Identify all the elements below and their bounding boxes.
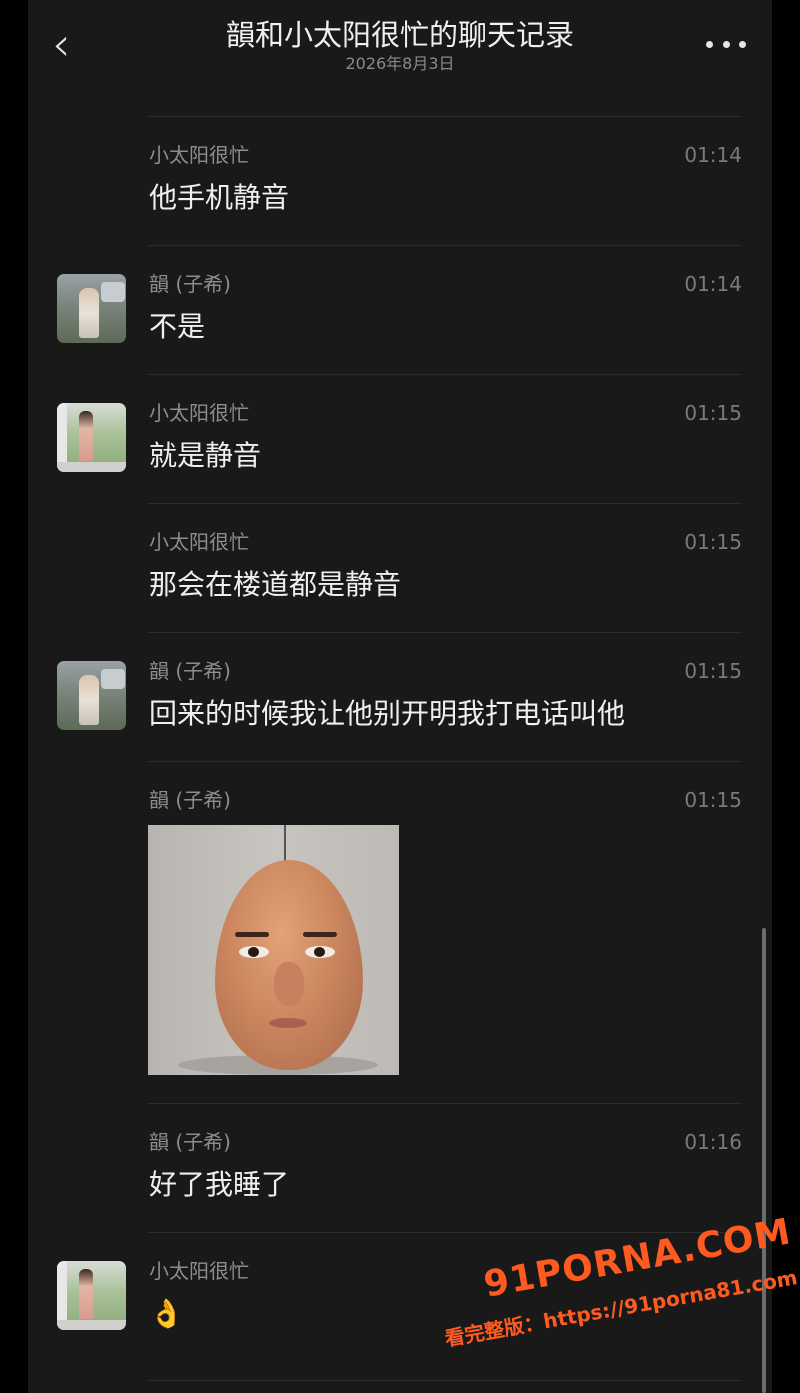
sender-name: 韻 (子希) [149,1130,231,1154]
message-time: 01:15 [684,530,742,554]
message-time: 01:16 [684,1130,742,1154]
page-title: 韻和小太阳很忙的聊天记录 [225,18,574,52]
sender-name: 韻 (子希) [149,659,231,683]
sender-name: 韻 (子希) [149,788,231,812]
ok-hand-emoji: 👌 [149,1297,184,1330]
sender-name: 小太阳很忙 [149,143,249,167]
avatar[interactable] [57,1261,126,1330]
message-time: 01:14 [684,272,742,296]
message-time: 01:15 [684,401,742,425]
sender-name: 小太阳很忙 [149,1259,249,1283]
message-text: 他手机静音 [149,181,290,214]
avatar[interactable] [57,274,126,343]
avatar[interactable] [57,403,126,472]
more-dots-icon[interactable] [706,36,746,52]
sender-name: 韻 (子希) [149,272,231,296]
message-time: 01:15 [684,788,742,812]
divider [148,1103,742,1104]
sender-name: 小太阳很忙 [149,530,249,554]
divider [148,761,742,762]
message-text: 不是 [149,310,206,343]
header: ‹ 韻和小太阳很忙的聊天记录 2026年8月3日 [28,0,772,90]
message-text: 就是静音 [149,439,262,472]
egg-face-sticker[interactable] [148,825,399,1075]
page-subtitle-date: 2026年8月3日 [345,54,455,73]
message-time: 01:15 [684,659,742,683]
divider [148,632,742,633]
divider [148,1232,742,1233]
message-time: 01:14 [684,143,742,167]
divider [148,116,742,117]
message-text: 那会在楼道都是静音 [149,568,402,601]
message-text: 好了我睡了 [149,1168,290,1201]
scrollbar[interactable] [762,928,766,1393]
divider [148,374,742,375]
sender-name: 小太阳很忙 [149,401,249,425]
message-text: 回来的时候我让他别开明我打电话叫他 [149,697,626,730]
divider [148,503,742,504]
avatar[interactable] [57,661,126,730]
divider [148,1380,742,1381]
chat-history-screen: ‹ 韻和小太阳很忙的聊天记录 2026年8月3日 小太阳很忙 01:14 他手机… [28,0,772,1393]
divider [148,245,742,246]
